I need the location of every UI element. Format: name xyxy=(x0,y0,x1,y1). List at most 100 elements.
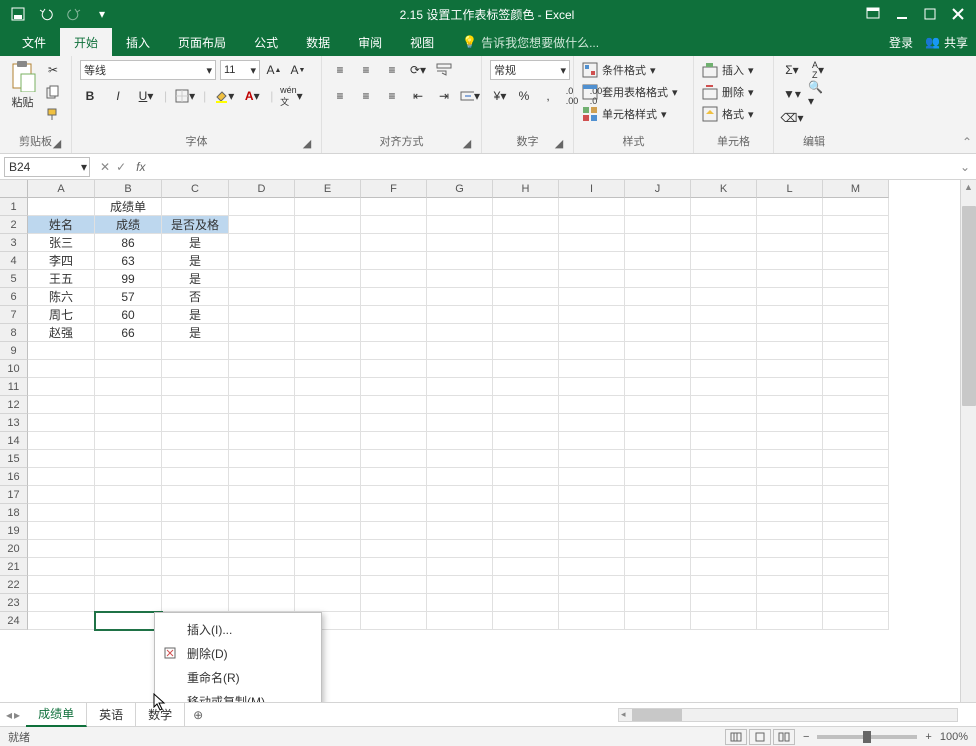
cell-K20[interactable] xyxy=(691,540,757,558)
ribbon-options-icon[interactable] xyxy=(866,7,880,21)
sheet-tab-1[interactable]: 英语 xyxy=(87,703,136,727)
cell-C1[interactable] xyxy=(162,198,229,216)
name-box[interactable]: B24▾ xyxy=(4,157,90,177)
cell-F24[interactable] xyxy=(361,612,427,630)
cell-D17[interactable] xyxy=(229,486,295,504)
row-header-4[interactable]: 4 xyxy=(0,252,28,270)
cell-C13[interactable] xyxy=(162,414,229,432)
cell-J11[interactable] xyxy=(625,378,691,396)
cell-I2[interactable] xyxy=(559,216,625,234)
cell-E20[interactable] xyxy=(295,540,361,558)
cell-E7[interactable] xyxy=(295,306,361,324)
decrease-font-icon[interactable]: A▼ xyxy=(288,60,308,80)
cell-B8[interactable]: 66 xyxy=(95,324,162,342)
sheet-tab-2[interactable]: 数学 xyxy=(136,703,185,727)
cell-K19[interactable] xyxy=(691,522,757,540)
cell-I10[interactable] xyxy=(559,360,625,378)
cell-B20[interactable] xyxy=(95,540,162,558)
cell-A11[interactable] xyxy=(28,378,95,396)
orientation-icon[interactable]: ⟳▾ xyxy=(408,60,428,80)
fill-color-icon[interactable]: ▾ xyxy=(214,86,234,106)
increase-font-icon[interactable]: A▲ xyxy=(264,60,284,80)
row-header-24[interactable]: 24 xyxy=(0,612,28,630)
cell-K24[interactable] xyxy=(691,612,757,630)
wrap-text-icon[interactable] xyxy=(434,60,454,80)
cell-F3[interactable] xyxy=(361,234,427,252)
cell-J7[interactable] xyxy=(625,306,691,324)
cell-J1[interactable] xyxy=(625,198,691,216)
cell-F7[interactable] xyxy=(361,306,427,324)
cell-B3[interactable]: 86 xyxy=(95,234,162,252)
cell-G15[interactable] xyxy=(427,450,493,468)
col-header-A[interactable]: A xyxy=(28,180,95,198)
cell-H18[interactable] xyxy=(493,504,559,522)
cell-I5[interactable] xyxy=(559,270,625,288)
cell-A24[interactable] xyxy=(28,612,95,630)
tab-formulas[interactable]: 公式 xyxy=(240,28,292,56)
cell-I7[interactable] xyxy=(559,306,625,324)
horizontal-scrollbar[interactable]: ◂ xyxy=(618,708,958,722)
cell-J6[interactable] xyxy=(625,288,691,306)
cell-K18[interactable] xyxy=(691,504,757,522)
cell-M18[interactable] xyxy=(823,504,889,522)
cell-D14[interactable] xyxy=(229,432,295,450)
expand-formula-icon[interactable]: ⌄ xyxy=(954,160,976,174)
cell-styles-button[interactable]: 单元格样式▾ xyxy=(582,104,678,124)
percent-icon[interactable]: % xyxy=(514,86,534,106)
cell-G12[interactable] xyxy=(427,396,493,414)
cell-L19[interactable] xyxy=(757,522,823,540)
cell-L21[interactable] xyxy=(757,558,823,576)
cell-A4[interactable]: 李四 xyxy=(28,252,95,270)
cell-C7[interactable]: 是 xyxy=(162,306,229,324)
cell-B9[interactable] xyxy=(95,342,162,360)
cell-B2[interactable]: 成绩 xyxy=(95,216,162,234)
minimize-icon[interactable] xyxy=(896,8,908,20)
cell-K7[interactable] xyxy=(691,306,757,324)
cell-I8[interactable] xyxy=(559,324,625,342)
vertical-scrollbar[interactable]: ▲ xyxy=(960,180,976,702)
cell-D20[interactable] xyxy=(229,540,295,558)
cell-F19[interactable] xyxy=(361,522,427,540)
share-button[interactable]: 👥共享 xyxy=(925,34,968,51)
row-header-20[interactable]: 20 xyxy=(0,540,28,558)
cell-J14[interactable] xyxy=(625,432,691,450)
cell-B6[interactable]: 57 xyxy=(95,288,162,306)
cell-M9[interactable] xyxy=(823,342,889,360)
cell-L16[interactable] xyxy=(757,468,823,486)
cell-K17[interactable] xyxy=(691,486,757,504)
cell-G18[interactable] xyxy=(427,504,493,522)
col-header-L[interactable]: L xyxy=(757,180,823,198)
cell-C23[interactable] xyxy=(162,594,229,612)
col-header-G[interactable]: G xyxy=(427,180,493,198)
cell-B24[interactable] xyxy=(95,612,162,630)
cell-M24[interactable] xyxy=(823,612,889,630)
cell-B21[interactable] xyxy=(95,558,162,576)
cell-K8[interactable] xyxy=(691,324,757,342)
cell-G23[interactable] xyxy=(427,594,493,612)
cell-J3[interactable] xyxy=(625,234,691,252)
cell-K23[interactable] xyxy=(691,594,757,612)
cell-A2[interactable]: 姓名 xyxy=(28,216,95,234)
cell-M3[interactable] xyxy=(823,234,889,252)
cell-E22[interactable] xyxy=(295,576,361,594)
col-header-I[interactable]: I xyxy=(559,180,625,198)
cell-C9[interactable] xyxy=(162,342,229,360)
cell-J8[interactable] xyxy=(625,324,691,342)
row-header-17[interactable]: 17 xyxy=(0,486,28,504)
cell-H23[interactable] xyxy=(493,594,559,612)
cell-K16[interactable] xyxy=(691,468,757,486)
cell-H4[interactable] xyxy=(493,252,559,270)
cell-B18[interactable] xyxy=(95,504,162,522)
cell-I18[interactable] xyxy=(559,504,625,522)
col-header-M[interactable]: M xyxy=(823,180,889,198)
cell-A18[interactable] xyxy=(28,504,95,522)
formula-input[interactable] xyxy=(149,157,953,177)
align-dialog-icon[interactable]: ◢ xyxy=(461,137,473,149)
cell-I11[interactable] xyxy=(559,378,625,396)
cell-B4[interactable]: 63 xyxy=(95,252,162,270)
cell-D18[interactable] xyxy=(229,504,295,522)
cell-K3[interactable] xyxy=(691,234,757,252)
cell-M7[interactable] xyxy=(823,306,889,324)
cell-B11[interactable] xyxy=(95,378,162,396)
cell-B17[interactable] xyxy=(95,486,162,504)
